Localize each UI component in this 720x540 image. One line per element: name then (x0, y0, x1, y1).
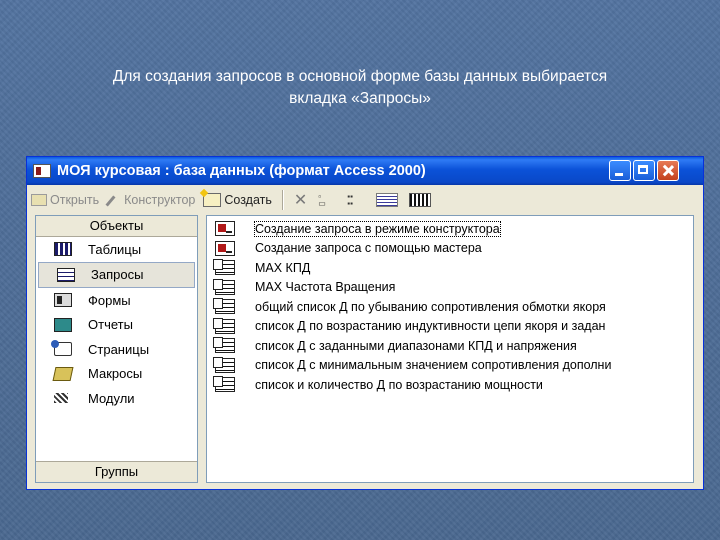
create-label: Создать (224, 193, 272, 207)
list-item-label: общий список Д по убыванию сопротивления… (255, 299, 606, 314)
page-icon (51, 340, 72, 357)
list-item-label: Создание запроса в режиме конструктора (254, 220, 501, 237)
object-label: Модули (88, 390, 135, 406)
open-button[interactable]: Открыть (27, 189, 103, 211)
query-icon (213, 337, 235, 354)
list-item-label: список и количество Д по возрастанию мощ… (255, 377, 543, 392)
object-label: Формы (88, 292, 131, 308)
open-label: Открыть (50, 193, 100, 207)
slide-caption: Для создания запросов в основной форме б… (60, 66, 660, 110)
query-icon (213, 376, 235, 393)
objects-pane: Объекты Таблицы Запросы Формы Отчеты Стр… (35, 215, 198, 483)
object-tables[interactable]: Таблицы (36, 237, 197, 262)
window-title: МОЯ курсовая : база данных (формат Acces… (57, 163, 426, 179)
minimize-button[interactable] (609, 160, 631, 181)
query-icon (213, 356, 235, 373)
details-view-button[interactable] (405, 189, 438, 211)
delete-icon: ✕ (293, 192, 308, 209)
access-app-icon[interactable] (33, 164, 51, 178)
small-icons-icon: ▪▪ ▪▪ (347, 192, 353, 208)
list-item[interactable]: Создание запроса в режиме конструктора (207, 219, 693, 239)
module-icon (54, 391, 72, 405)
macro-icon (52, 366, 74, 381)
toolbar: Открыть Конструктор Создать ✕ ▫ ▭ ▪▪ ▪▪ (27, 187, 703, 213)
list-item[interactable]: список Д с минимальным значением сопроти… (207, 356, 693, 376)
list-item-label: Создание запроса с помощью мастера (255, 241, 482, 256)
queries-list: Создание запроса в режиме конструктора С… (206, 215, 694, 483)
list-item-label: MAX КПД (255, 260, 311, 275)
object-forms[interactable]: Формы (36, 288, 197, 313)
small-icons-button[interactable]: ▪▪ ▪▪ (343, 189, 372, 211)
query-icon (57, 267, 75, 282)
toolbar-separator (281, 190, 284, 210)
query-icon (213, 317, 235, 334)
design-icon (107, 195, 121, 206)
query-icon (213, 278, 235, 295)
close-button[interactable] (657, 160, 679, 181)
list-item[interactable]: общий список Д по убыванию сопротивления… (207, 297, 693, 317)
caption-line-1: Для создания запросов в основной форме б… (112, 68, 608, 85)
list-item-label: список Д по возрастанию индуктивности це… (255, 319, 606, 334)
new-object-icon (203, 193, 222, 207)
report-icon (54, 317, 72, 332)
title-bar[interactable]: МОЯ курсовая : база данных (формат Acces… (27, 157, 703, 185)
query-icon (213, 259, 235, 276)
groups-header[interactable]: Группы (36, 461, 197, 482)
form-icon (54, 293, 72, 308)
table-icon (54, 242, 72, 257)
object-label: Таблицы (88, 241, 142, 257)
list-item[interactable]: Создание запроса с помощью мастера (207, 239, 693, 259)
object-label: Макросы (88, 366, 143, 382)
list-item-label: MAX Частота Вращения (255, 280, 396, 295)
list-item[interactable]: список и количество Д по возрастанию мощ… (207, 375, 693, 395)
design-label: Конструктор (124, 193, 196, 207)
details-view-icon (409, 193, 432, 207)
database-window: МОЯ курсовая : база данных (формат Acces… (26, 156, 704, 490)
object-pages[interactable]: Страницы (36, 337, 197, 362)
open-icon (31, 194, 47, 206)
query-icon (213, 298, 235, 315)
list-item[interactable]: MAX Частота Вращения (207, 278, 693, 298)
objects-header[interactable]: Объекты (36, 216, 197, 237)
list-item[interactable]: список Д по возрастанию индуктивности це… (207, 317, 693, 337)
object-macros[interactable]: Макросы (36, 362, 197, 387)
list-view-icon (376, 193, 399, 207)
object-modules[interactable]: Модули (36, 386, 197, 411)
caption-line-2: вкладка «Запросы» (289, 90, 431, 107)
delete-button[interactable]: ✕ (290, 189, 314, 211)
maximize-button[interactable] (633, 160, 655, 181)
create-button[interactable]: Создать (199, 189, 276, 211)
large-icons-icon: ▫ ▭ (318, 192, 326, 208)
wizard-icon (215, 221, 235, 237)
list-view-button[interactable] (372, 189, 405, 211)
object-label: Отчеты (88, 317, 133, 333)
list-item-label: список Д с минимальным значением сопроти… (255, 358, 612, 373)
list-item[interactable]: список Д с заданными диапазонами КПД и н… (207, 336, 693, 356)
large-icons-button[interactable]: ▫ ▭ (314, 189, 343, 211)
list-item-label: список Д с заданными диапазонами КПД и н… (255, 338, 577, 353)
design-button[interactable]: Конструктор (103, 189, 199, 211)
object-reports[interactable]: Отчеты (36, 313, 197, 338)
wizard-icon (215, 240, 235, 256)
object-label: Страницы (88, 341, 150, 357)
object-label: Запросы (91, 267, 144, 283)
object-queries[interactable]: Запросы (38, 261, 195, 288)
list-item[interactable]: MAX КПД (207, 258, 693, 278)
